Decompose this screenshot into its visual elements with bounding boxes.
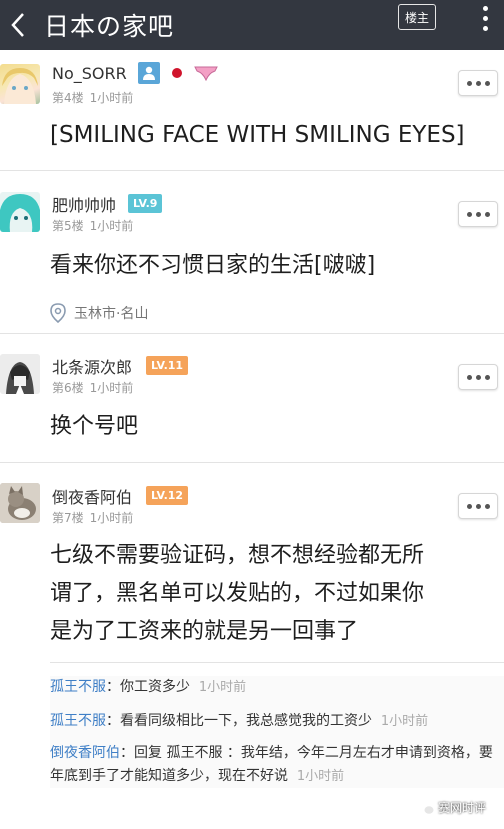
user-badge-icon xyxy=(138,62,160,84)
level-badge: LV.9 xyxy=(128,194,163,213)
reply-author[interactable]: 倒夜香阿伯 xyxy=(50,745,120,761)
post-content: 换个号吧 xyxy=(50,414,139,439)
username[interactable]: 倒夜香阿伯 xyxy=(52,484,132,508)
content-line: 谓了，黑名单可以发贴的，不过如果你 xyxy=(50,581,425,606)
reply-author[interactable]: 孤王不服 xyxy=(50,713,106,729)
avatar[interactable] xyxy=(0,354,40,394)
avatar[interactable] xyxy=(0,483,40,523)
chevron-left-icon xyxy=(11,13,24,37)
watermark-text: 赛网时评 xyxy=(438,801,487,815)
reply-time: 1小时前 xyxy=(380,714,429,729)
post-more-button[interactable] xyxy=(458,70,498,96)
content-line: 七级不需要验证码，想不想经验都无所 xyxy=(50,543,425,568)
floor-number: 第7楼 xyxy=(52,511,84,525)
reply-time: 1小时前 xyxy=(198,680,247,695)
post-time: 1小时前 xyxy=(89,381,134,395)
post-floor-4: No_SORR 第4楼 1小时前 [SMILING FACE WITH SMILI… xyxy=(0,50,504,165)
avatar[interactable] xyxy=(0,192,40,232)
post-meta: 第7楼 1小时前 xyxy=(52,509,139,526)
post-content: [SMILING FACE WITH SMILING EYES] xyxy=(50,122,465,148)
reply-item[interactable]: 孤王不服：看看同级相比一下，我总感觉我的工资少 1小时前 xyxy=(50,710,504,733)
reply-time: 1小时前 xyxy=(296,769,345,784)
floor-number: 第5楼 xyxy=(52,219,84,233)
post-content: 看来你还不习惯日家的生活[啵啵] xyxy=(50,253,376,278)
floor-number: 第6楼 xyxy=(52,381,84,395)
badge-icons xyxy=(138,62,218,84)
post-more-button[interactable] xyxy=(458,201,498,227)
level-badge: LV.12 xyxy=(146,486,189,505)
post-more-button[interactable] xyxy=(458,364,498,390)
post-meta: 第6楼 1小时前 xyxy=(52,379,139,396)
reply-author[interactable]: 孤王不服 xyxy=(50,679,106,695)
watermark: 赛网时评 xyxy=(418,799,486,816)
top-bar: 日本の家吧 楼主 xyxy=(0,0,504,50)
location-pin-icon xyxy=(50,303,66,323)
page-title: 日本の家吧 xyxy=(44,12,175,41)
post-meta: 第4楼 1小时前 xyxy=(52,89,139,106)
post-location[interactable]: 玉林市·名山 xyxy=(50,303,148,323)
post-more-button[interactable] xyxy=(458,493,498,519)
underwear-icon xyxy=(194,64,218,82)
reply-item[interactable]: 孤王不服：你工资多少 1小时前 xyxy=(50,676,504,699)
reply-text: ：你工资多少 xyxy=(106,679,190,695)
wechat-icon xyxy=(418,802,434,814)
post-time: 1小时前 xyxy=(89,91,134,105)
divider xyxy=(50,662,504,663)
floor-number: 第4楼 xyxy=(52,91,84,105)
post-floor-7: 倒夜香阿伯 LV.12 第7楼 1小时前 七级不需要验证码，想不想经验都无所 谓了… xyxy=(0,463,504,675)
username[interactable]: 北条源次郎 xyxy=(52,354,132,378)
reply-text: ：看看同级相比一下，我总感觉我的工资少 xyxy=(106,713,372,729)
location-text: 玉林市·名山 xyxy=(74,306,149,322)
reply-item[interactable]: 倒夜香阿伯：回复 孤王不服 ：我年结，今年二月左右才申请到资格，要年底到手了才能… xyxy=(50,742,504,788)
username[interactable]: No_SORR xyxy=(52,64,127,83)
japan-flag-icon xyxy=(168,64,186,82)
post-meta: 第5楼 1小时前 xyxy=(52,217,139,234)
louzhu-only-button[interactable]: 楼主 xyxy=(398,4,436,30)
avatar[interactable] xyxy=(0,64,40,104)
post-floor-6: 北条源次郎 LV.11 第6楼 1小时前 换个号吧 xyxy=(0,334,504,459)
content-line: 是为了工资来的就是另一回事了 xyxy=(50,619,359,644)
post-time: 1小时前 xyxy=(89,511,134,525)
post-content: 七级不需要验证码，想不想经验都无所 谓了，黑名单可以发贴的，不过如果你 是为了工… xyxy=(50,537,424,651)
post-time: 1小时前 xyxy=(89,219,134,233)
reply-list: 孤王不服：你工资多少 1小时前 孤王不服：看看同级相比一下，我总感觉我的工资少 … xyxy=(50,676,504,788)
username[interactable]: 肥帅帅帅 xyxy=(52,192,116,216)
more-menu-button[interactable] xyxy=(470,0,500,36)
back-button[interactable] xyxy=(0,0,36,50)
level-badge: LV.11 xyxy=(146,356,189,375)
